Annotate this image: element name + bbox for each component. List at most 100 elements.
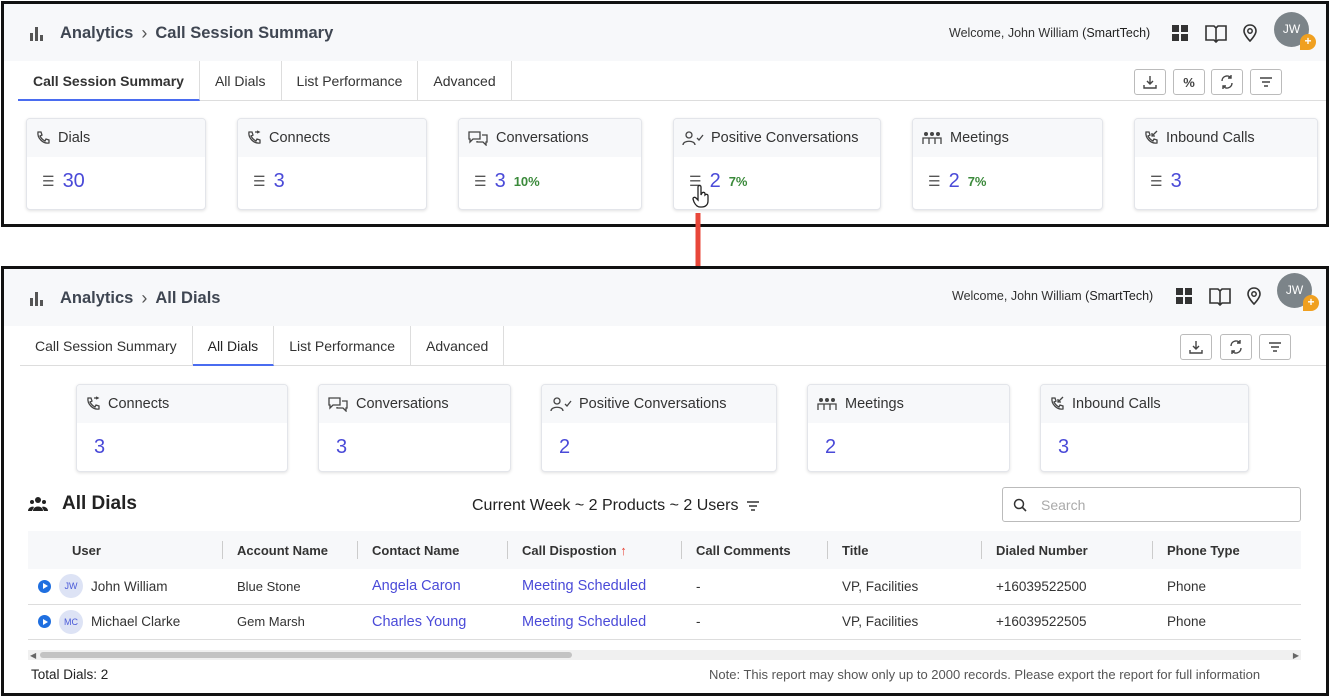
col-account-name[interactable]: Account Name (223, 531, 358, 569)
card-value[interactable]: 30 (63, 170, 85, 193)
col-contact-name[interactable]: Contact Name (358, 531, 508, 569)
sort-up-arrow-icon[interactable]: ↑ (620, 543, 627, 558)
add-badge-icon: + (1303, 295, 1319, 311)
card-value[interactable]: 2 (542, 436, 776, 459)
card-value[interactable]: 2 (808, 436, 1009, 459)
tab-call-session-summary[interactable]: Call Session Summary (18, 61, 200, 101)
section-header: All Dials (28, 493, 137, 515)
title: VP, Facilities (842, 614, 919, 629)
account-name: Gem Marsh (237, 614, 305, 629)
location-pin-icon[interactable] (1240, 23, 1260, 43)
location-pin-icon[interactable] (1244, 286, 1264, 306)
disposition-link[interactable]: Meeting Scheduled (508, 569, 682, 604)
filter-icon[interactable] (746, 500, 760, 512)
horizontal-scrollbar[interactable]: ◀ ▶ (28, 650, 1301, 660)
card-title: Meetings (950, 130, 1009, 146)
phone-connect-icon (87, 396, 100, 410)
card-connects[interactable]: Connects 3 (76, 384, 288, 472)
list-icon: ☰ (253, 173, 266, 189)
welcome-text: Welcome, John William (SmartTech) (949, 26, 1151, 40)
breadcrumb-root[interactable]: Analytics (60, 24, 133, 43)
refresh-icon (1221, 75, 1233, 89)
table-row[interactable]: MC Michael Clarke Gem Marsh Charles Young… (28, 604, 1301, 639)
book-icon[interactable] (1208, 286, 1232, 306)
contact-link[interactable]: Charles Young (358, 604, 508, 639)
user-name: John William (91, 578, 168, 594)
card-value[interactable]: 2 (949, 170, 960, 193)
analytics-icon (30, 26, 46, 41)
title: VP, Facilities (842, 578, 919, 594)
tab-all-dials[interactable]: All Dials (192, 326, 275, 366)
tab-bar: Call Session Summary All Dials List Perf… (18, 61, 1326, 101)
grid-apps-icon[interactable] (1170, 23, 1190, 43)
tab-advanced[interactable]: Advanced (418, 61, 512, 101)
card-positive-conversations[interactable]: Positive Conversations 2 (541, 384, 777, 472)
contact-link[interactable]: Angela Caron (358, 569, 508, 604)
tab-list-performance[interactable]: List Performance (274, 326, 412, 366)
card-conversations[interactable]: Conversations 3 (318, 384, 511, 472)
card-connects[interactable]: Connects ☰ 3 (237, 118, 427, 210)
col-user[interactable]: User (28, 531, 223, 569)
filter-button[interactable] (1250, 69, 1282, 95)
card-inbound-calls[interactable]: Inbound Calls ☰ 3 (1134, 118, 1318, 210)
list-icon: ☰ (42, 173, 55, 189)
grid-apps-icon[interactable] (1174, 286, 1194, 306)
group-icon (922, 132, 942, 144)
refresh-button[interactable] (1211, 69, 1243, 95)
filter-button[interactable] (1259, 334, 1291, 360)
card-value[interactable]: 3 (495, 170, 506, 193)
card-title: Positive Conversations (579, 396, 727, 412)
col-title[interactable]: Title (828, 531, 982, 569)
tab-all-dials[interactable]: All Dials (200, 61, 282, 101)
phone-type: Phone (1167, 578, 1207, 594)
breadcrumb-root[interactable]: Analytics (60, 289, 133, 308)
play-icon[interactable] (38, 579, 51, 593)
card-value[interactable]: 3 (77, 436, 287, 459)
card-value[interactable]: 3 (319, 436, 510, 459)
scroll-left-arrow-icon[interactable]: ◀ (30, 651, 36, 660)
col-phone-type[interactable]: Phone Type (1153, 531, 1301, 569)
user-check-icon (550, 397, 572, 412)
play-icon[interactable] (38, 615, 51, 628)
col-call-comments[interactable]: Call Comments (682, 531, 828, 569)
card-value[interactable]: 3 (1041, 436, 1248, 459)
user-name: Michael Clarke (91, 614, 181, 629)
card-conversations[interactable]: Conversations ☰ 3 10% (458, 118, 642, 210)
list-icon: ☰ (928, 173, 941, 189)
search-box[interactable] (1002, 487, 1301, 522)
analytics-icon (30, 291, 46, 306)
card-dials[interactable]: Dials ☰ 30 (26, 118, 206, 210)
header: Analytics › All Dials Welcome, John Will… (4, 269, 1326, 326)
search-icon (1013, 498, 1027, 512)
card-meetings[interactable]: Meetings 2 (807, 384, 1010, 472)
search-input[interactable] (1041, 496, 1271, 513)
scroll-right-arrow-icon[interactable]: ▶ (1293, 651, 1299, 660)
group-icon (817, 398, 837, 410)
export-note: Note: This report may show only up to 20… (709, 667, 1261, 682)
col-call-disposition[interactable]: Call Dispostion ↑ (508, 531, 682, 569)
book-icon[interactable] (1204, 23, 1228, 43)
refresh-button[interactable] (1220, 334, 1252, 360)
tab-list-performance[interactable]: List Performance (282, 61, 419, 101)
list-icon: ☰ (474, 173, 487, 189)
tab-advanced[interactable]: Advanced (411, 326, 505, 366)
download-icon (1189, 341, 1203, 354)
welcome-text: Welcome, John William (SmartTech) (952, 289, 1154, 303)
percent-button[interactable]: % (1173, 69, 1205, 95)
disposition-link[interactable]: Meeting Scheduled (508, 604, 682, 639)
call-session-summary-panel: Analytics › Call Session Summary Welcome… (1, 1, 1329, 227)
download-button[interactable] (1180, 334, 1212, 360)
header: Analytics › Call Session Summary Welcome… (4, 4, 1326, 61)
tab-call-session-summary[interactable]: Call Session Summary (20, 326, 193, 366)
card-value[interactable]: 2 (710, 170, 721, 193)
scrollbar-thumb[interactable] (40, 652, 572, 658)
filter-summary[interactable]: Current Week ~ 2 Products ~ 2 Users (472, 497, 760, 515)
table-row[interactable]: JW John William Blue Stone Angela Caron M… (28, 569, 1301, 604)
card-inbound-calls[interactable]: Inbound Calls 3 (1040, 384, 1249, 472)
card-value[interactable]: 3 (1171, 170, 1182, 193)
col-dialed-number[interactable]: Dialed Number (982, 531, 1153, 569)
card-meetings[interactable]: Meetings ☰ 2 7% (912, 118, 1103, 210)
download-button[interactable] (1134, 69, 1166, 95)
card-value[interactable]: 3 (274, 170, 285, 193)
phone-icon (37, 131, 50, 144)
